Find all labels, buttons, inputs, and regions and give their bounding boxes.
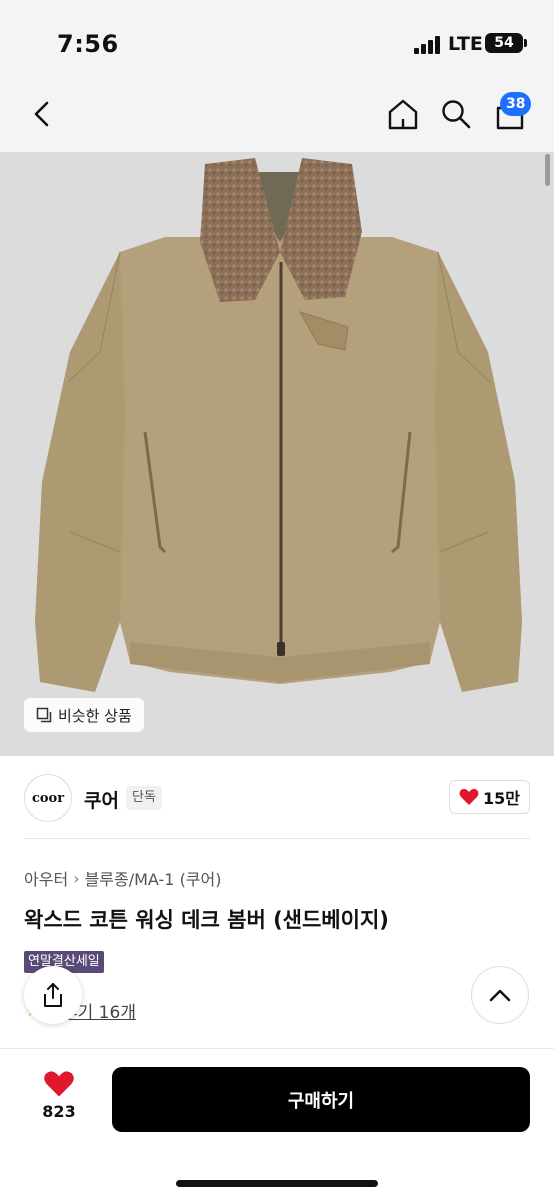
share-icon <box>44 983 62 1007</box>
home-button[interactable] <box>381 92 425 136</box>
status-bar: 7:56 LTE 54 <box>0 0 554 82</box>
similar-products-label: 비슷한 상품 <box>58 706 132 725</box>
breadcrumb-category[interactable]: 아우터 <box>24 866 68 890</box>
status-time: 7:56 <box>57 30 119 58</box>
network-label: LTE <box>448 33 483 55</box>
product-like-button[interactable]: 823 <box>28 1070 90 1130</box>
brand-logo[interactable]: coor <box>24 774 72 822</box>
buy-button[interactable]: 구매하기 <box>112 1067 530 1132</box>
back-button[interactable] <box>20 92 64 136</box>
cart-count-badge: 38 <box>500 92 532 116</box>
signal-icon <box>414 36 440 54</box>
top-nav <box>0 82 554 152</box>
chevron-up-icon <box>489 989 511 1002</box>
exclusive-tag: 단독 <box>126 786 162 810</box>
product-image[interactable] <box>0 152 554 756</box>
brand-like-button[interactable]: 15만 <box>449 780 530 814</box>
heart-icon <box>44 1071 74 1097</box>
scroll-indicator <box>545 154 550 186</box>
chevron-right-icon: › <box>73 868 80 888</box>
brand-like-count: 15만 <box>483 789 520 808</box>
home-indicator <box>176 1180 378 1187</box>
search-button[interactable] <box>434 92 478 136</box>
share-button[interactable] <box>24 966 82 1024</box>
brand-name[interactable]: 쿠어 <box>84 786 119 813</box>
divider <box>24 838 530 839</box>
heart-icon <box>459 788 479 805</box>
jacket-illustration <box>35 158 522 692</box>
home-icon <box>388 99 418 130</box>
product-title: 왁스드 코튼 워싱 데크 봄버 (샌드베이지) <box>24 908 389 932</box>
chevron-left-icon <box>34 101 49 127</box>
copy-icon <box>36 707 52 723</box>
breadcrumb: 아우터 › 블루종/MA-1 (쿠어) <box>24 866 222 890</box>
product-like-count: 823 <box>42 1102 76 1121</box>
breadcrumb-subcategory[interactable]: 블루종/MA-1 (쿠어) <box>85 866 222 890</box>
battery-icon: 54 <box>485 33 527 53</box>
scroll-top-button[interactable] <box>471 966 529 1024</box>
search-icon <box>442 100 471 129</box>
similar-products-button[interactable]: 비슷한 상품 <box>24 698 144 732</box>
